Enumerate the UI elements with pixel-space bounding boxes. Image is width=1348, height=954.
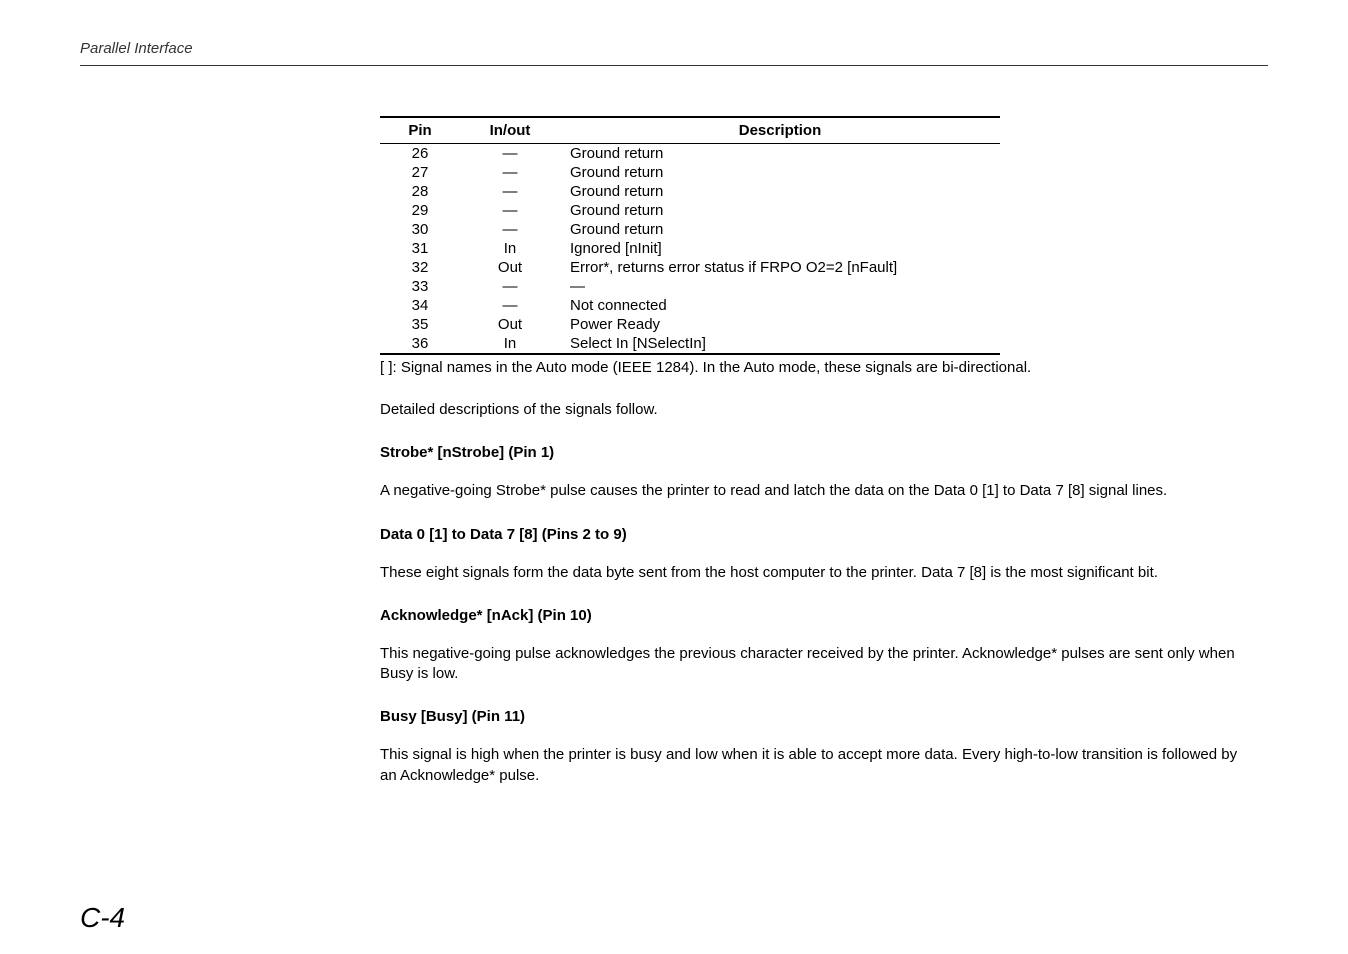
cell-inout: Out [460, 315, 560, 334]
cell-description: — [560, 277, 1000, 296]
cell-description: Ignored [nInit] [560, 239, 1000, 258]
cell-inout: — [460, 182, 560, 201]
section-heading-acknowledge: Acknowledge* [nAck] (Pin 10) [380, 607, 1248, 624]
section-body-acknowledge: This negative-going pulse acknowledges t… [380, 644, 1248, 685]
cell-inout: — [460, 277, 560, 296]
table-row: 32 Out Error*, returns error status if F… [380, 258, 1000, 277]
cell-inout: In [460, 239, 560, 258]
cell-pin: 27 [380, 163, 460, 182]
intro-paragraph: Detailed descriptions of the signals fol… [380, 400, 1248, 420]
table-row: 31 In Ignored [nInit] [380, 239, 1000, 258]
table-row: 30 — Ground return [380, 220, 1000, 239]
cell-description: Ground return [560, 201, 1000, 220]
cell-pin: 35 [380, 315, 460, 334]
cell-description: Select In [NSelectIn] [560, 334, 1000, 354]
content-area: Pin In/out Description 26 — Ground retur… [380, 116, 1248, 786]
table-row: 28 — Ground return [380, 182, 1000, 201]
cell-inout: In [460, 334, 560, 354]
cell-pin: 32 [380, 258, 460, 277]
header-rule [80, 65, 1268, 66]
cell-pin: 28 [380, 182, 460, 201]
table-row: 33 — — [380, 277, 1000, 296]
col-header-inout: In/out [460, 117, 560, 144]
section-heading-strobe: Strobe* [nStrobe] (Pin 1) [380, 444, 1248, 461]
cell-description: Ground return [560, 220, 1000, 239]
cell-inout: — [460, 144, 560, 164]
cell-pin: 30 [380, 220, 460, 239]
col-header-description: Description [560, 117, 1000, 144]
table-row: 35 Out Power Ready [380, 315, 1000, 334]
cell-inout: — [460, 201, 560, 220]
cell-description: Ground return [560, 163, 1000, 182]
cell-inout: — [460, 296, 560, 315]
cell-description: Ground return [560, 182, 1000, 201]
cell-description: Ground return [560, 144, 1000, 164]
cell-pin: 36 [380, 334, 460, 354]
cell-description: Power Ready [560, 315, 1000, 334]
table-footnote: [ ]: Signal names in the Auto mode (IEEE… [380, 359, 1248, 376]
cell-description: Error*, returns error status if FRPO O2=… [560, 258, 1000, 277]
cell-pin: 31 [380, 239, 460, 258]
section-body-strobe: A negative-going Strobe* pulse causes th… [380, 481, 1248, 501]
section-body-data: These eight signals form the data byte s… [380, 563, 1248, 583]
cell-description: Not connected [560, 296, 1000, 315]
header-label: Parallel Interface [80, 40, 1268, 57]
cell-pin: 34 [380, 296, 460, 315]
pin-table: Pin In/out Description 26 — Ground retur… [380, 116, 1000, 355]
table-row: 36 In Select In [NSelectIn] [380, 334, 1000, 354]
section-body-busy: This signal is high when the printer is … [380, 745, 1248, 786]
table-row: 34 — Not connected [380, 296, 1000, 315]
table-header-row: Pin In/out Description [380, 117, 1000, 144]
section-heading-busy: Busy [Busy] (Pin 11) [380, 708, 1248, 725]
cell-inout: Out [460, 258, 560, 277]
col-header-pin: Pin [380, 117, 460, 144]
cell-inout: — [460, 220, 560, 239]
page-number: C-4 [80, 902, 125, 934]
cell-pin: 33 [380, 277, 460, 296]
table-row: 29 — Ground return [380, 201, 1000, 220]
section-heading-data: Data 0 [1] to Data 7 [8] (Pins 2 to 9) [380, 526, 1248, 543]
cell-inout: — [460, 163, 560, 182]
cell-pin: 26 [380, 144, 460, 164]
cell-pin: 29 [380, 201, 460, 220]
table-row: 27 — Ground return [380, 163, 1000, 182]
table-row: 26 — Ground return [380, 144, 1000, 164]
